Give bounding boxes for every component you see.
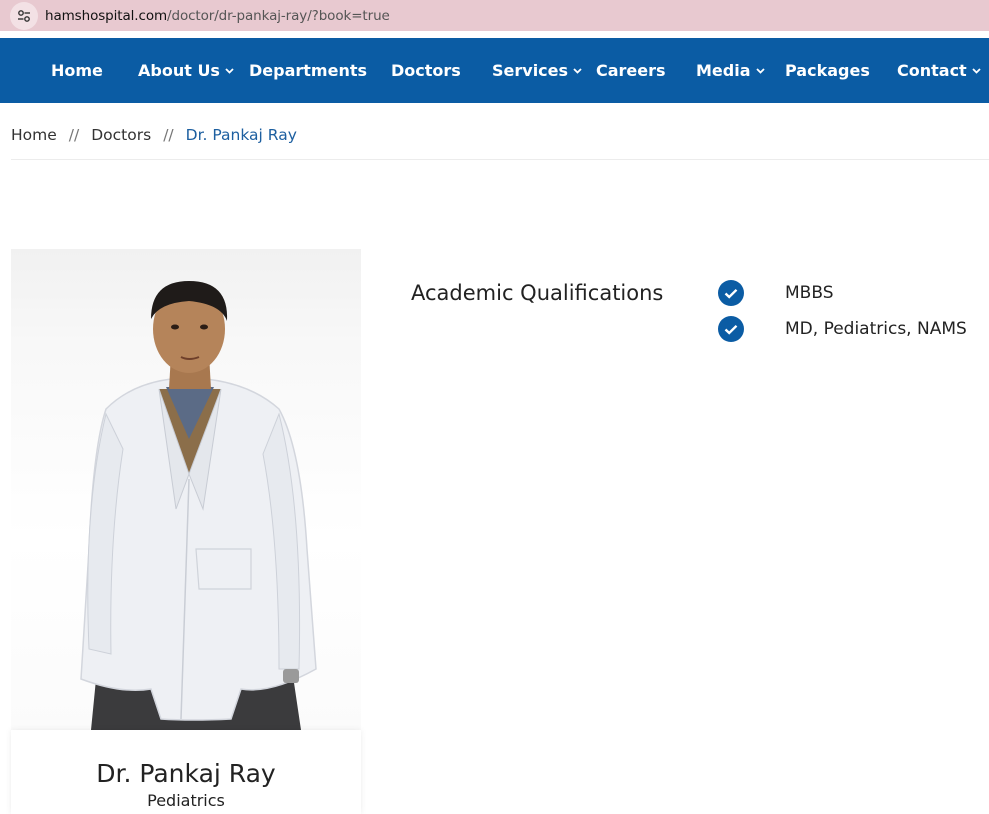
chevron-down-icon — [225, 67, 234, 74]
nav-item-label: Services — [492, 61, 569, 80]
url-path: /doctor/dr-pankaj-ray/?book=true — [167, 7, 390, 24]
nav-item-contact[interactable]: Contact — [897, 38, 981, 103]
breadcrumb-home[interactable]: Home — [11, 126, 57, 144]
browser-address-bar[interactable]: hamshospital.com/doctor/dr-pankaj-ray/?b… — [0, 0, 989, 31]
qualification-text: MBBS — [785, 283, 834, 303]
breadcrumb-current: Dr. Pankaj Ray — [185, 126, 297, 144]
nav-item-label: Home — [51, 61, 103, 80]
breadcrumb-separator: // — [163, 126, 174, 144]
nav-item-label: Packages — [785, 61, 870, 80]
nav-item-doctors[interactable]: Doctors — [391, 38, 461, 103]
nav-item-packages[interactable]: Packages — [785, 38, 870, 103]
check-circle-icon — [718, 280, 744, 306]
url-text[interactable]: hamshospital.com/doctor/dr-pankaj-ray/?b… — [45, 8, 390, 24]
doctor-caption: Dr. Pankaj Ray Pediatrics — [11, 730, 361, 814]
nav-item-label: About Us — [138, 61, 220, 80]
nav-item-careers[interactable]: Careers — [596, 38, 666, 103]
chevron-down-icon — [972, 67, 981, 74]
nav-item-about-us[interactable]: About Us — [138, 38, 234, 103]
url-host: hamshospital.com — [45, 7, 168, 24]
nav-item-departments[interactable]: Departments — [249, 38, 367, 103]
doctor-portrait — [80, 281, 317, 730]
breadcrumb-doctors[interactable]: Doctors — [91, 126, 151, 144]
nav-item-media[interactable]: Media — [696, 38, 765, 103]
tune-icon — [18, 9, 30, 22]
breadcrumb-separator: // — [68, 126, 80, 144]
check-circle-icon — [718, 316, 744, 342]
doctor-card: Dr. Pankaj Ray Pediatrics — [11, 249, 361, 814]
doctor-photo — [11, 249, 361, 730]
qualifications-title: Academic Qualifications — [411, 281, 664, 305]
doctor-department: Pediatrics — [147, 791, 225, 810]
qualifications-list: MBBS MD, Pediatrics, NAMS — [718, 280, 967, 352]
main-navbar: Home About Us Departments Doctors Servic… — [0, 38, 989, 103]
nav-item-label: Doctors — [391, 61, 461, 80]
nav-item-services[interactable]: Services — [492, 38, 582, 103]
chevron-down-icon — [755, 67, 765, 74]
qualification-item: MBBS — [718, 280, 967, 306]
qualification-item: MD, Pediatrics, NAMS — [718, 316, 967, 342]
doctor-name: Dr. Pankaj Ray — [96, 759, 276, 788]
qualification-text: MD, Pediatrics, NAMS — [785, 319, 967, 339]
site-info-button[interactable] — [10, 1, 38, 30]
nav-item-home[interactable]: Home — [51, 38, 103, 103]
breadcrumb: Home // Doctors // Dr. Pankaj Ray — [11, 126, 297, 144]
nav-item-label: Careers — [596, 61, 666, 80]
chevron-down-icon — [573, 67, 582, 74]
breadcrumb-divider — [11, 159, 989, 160]
nav-item-label: Contact — [897, 61, 967, 80]
nav-item-label: Media — [696, 61, 751, 80]
nav-item-label: Departments — [249, 61, 368, 80]
